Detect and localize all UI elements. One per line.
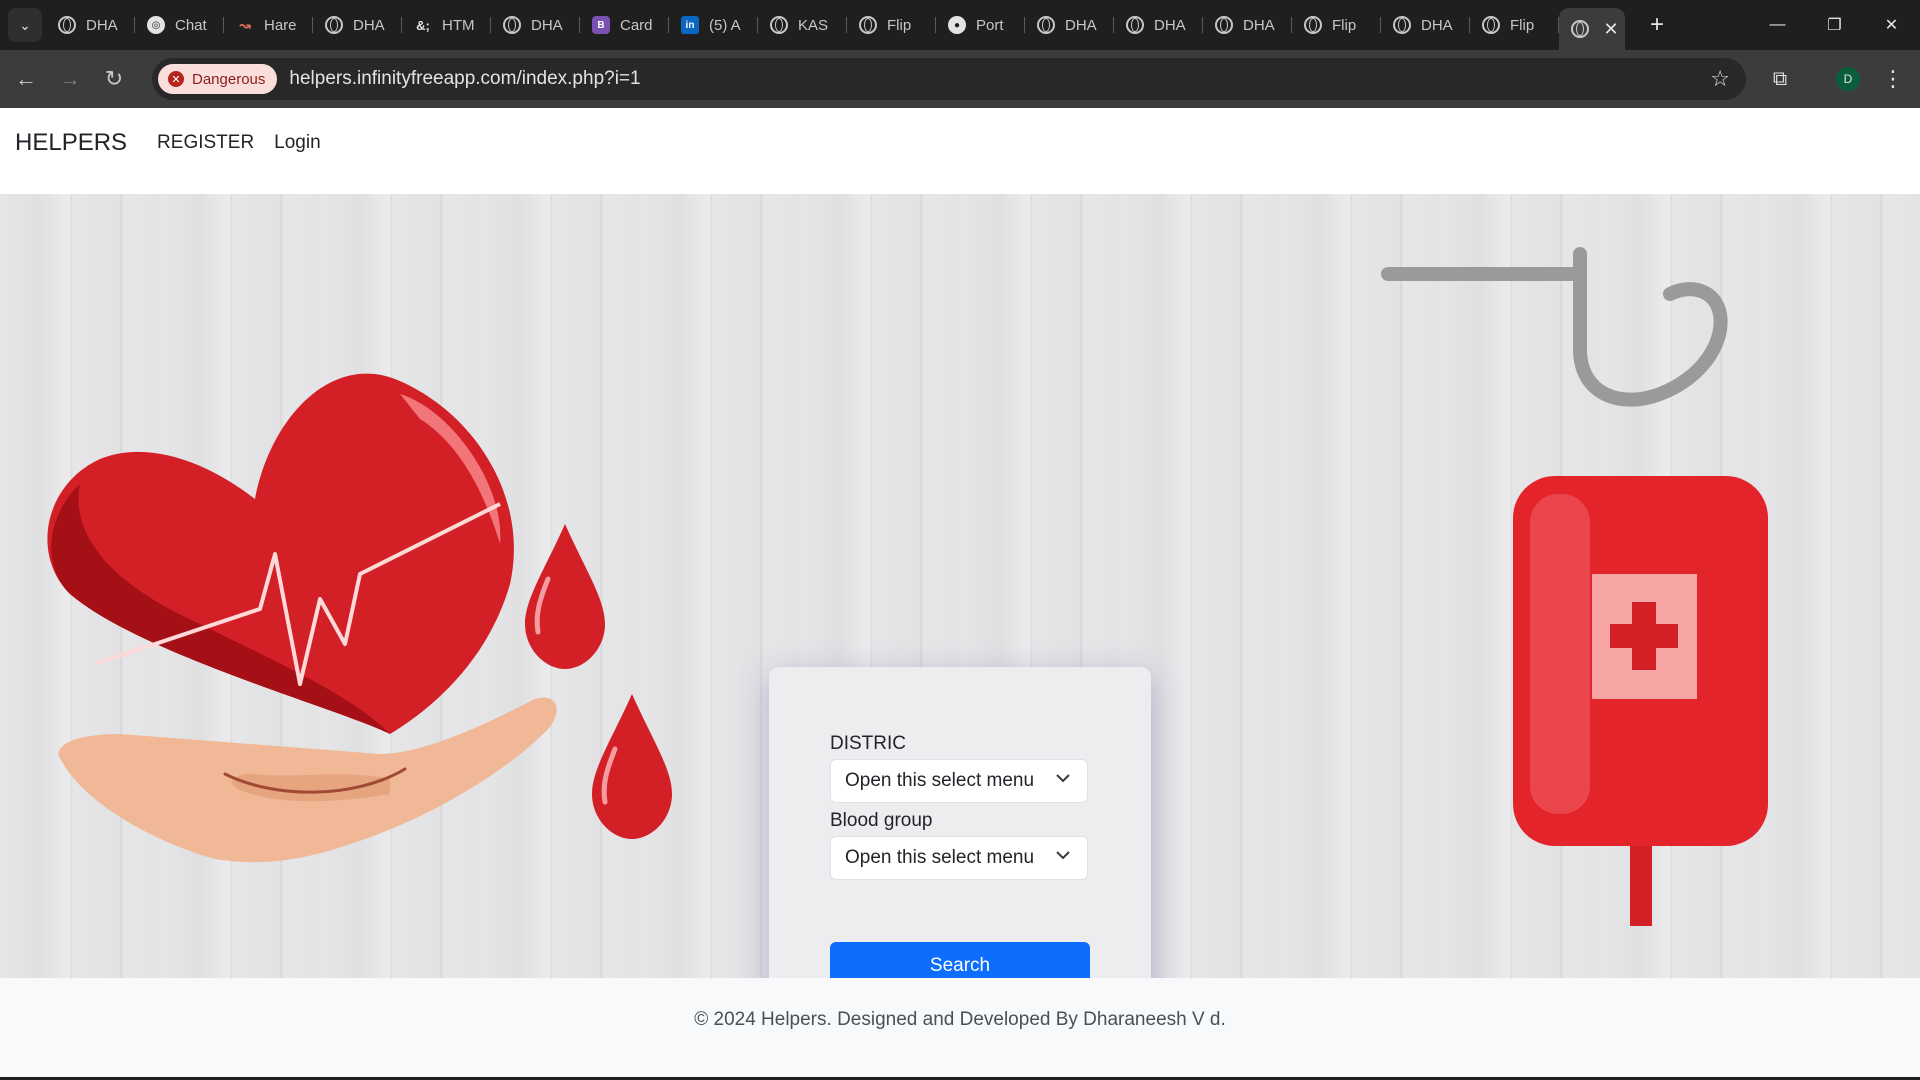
browser-tab[interactable]: ● Port (936, 7, 1025, 43)
browser-tab[interactable]: DHA (46, 7, 135, 43)
district-select[interactable]: Open this select menu (830, 759, 1088, 803)
site-navbar: HELPERS REGISTER Login (0, 108, 1920, 178)
arrow-right-icon: → (59, 66, 81, 91)
restore-icon: ❐ (1827, 17, 1842, 34)
browser-tab[interactable]: ↝ Hare (224, 7, 313, 43)
browser-tab[interactable]: Flip (847, 7, 936, 43)
globe-icon (1304, 16, 1322, 34)
browser-menu-button[interactable]: ⋮ (1878, 61, 1908, 97)
chevron-down-icon (1056, 774, 1070, 783)
minimize-button[interactable]: — (1749, 0, 1806, 50)
blood-group-select[interactable]: Open this select menu (830, 836, 1088, 880)
browser-tab[interactable]: DHA (313, 7, 402, 43)
globe-icon (1393, 16, 1411, 34)
bootstrap-icon: B (592, 16, 610, 34)
browser-tab[interactable]: Flip (1470, 7, 1559, 43)
back-button[interactable]: ← (8, 61, 44, 97)
linkedin-icon: in (681, 16, 699, 34)
globe-icon (1215, 16, 1233, 34)
github-icon: ● (948, 16, 966, 34)
browser-tab[interactable]: KAS (758, 7, 847, 43)
restore-button[interactable]: ❐ (1806, 0, 1863, 50)
danger-icon: ✕ (168, 71, 184, 87)
plus-icon: + (1649, 11, 1664, 38)
html-entity-icon: &; (416, 17, 430, 33)
close-tab-icon[interactable]: ✕ (1601, 19, 1621, 40)
nav-link-register[interactable]: REGISTER (157, 132, 254, 154)
browser-tab[interactable]: in (5) A (669, 7, 758, 43)
hero-banner: DISTRIC Open this select menu Blood grou… (0, 194, 1920, 978)
browser-tab[interactable]: DHA (491, 7, 580, 43)
chevron-down-icon: ⌄ (19, 16, 31, 33)
url-text[interactable]: helpers.infinityfreeapp.com/index.php?i=… (289, 68, 640, 90)
browser-tab[interactable]: DHA (1203, 7, 1292, 43)
blood-drop-illustration (525, 524, 605, 669)
reload-button[interactable]: ↻ (96, 61, 132, 97)
tab-search-button[interactable]: ⌄ (8, 8, 42, 42)
search-button[interactable]: Search (830, 942, 1090, 978)
globe-icon (58, 16, 76, 34)
globe-icon (859, 16, 877, 34)
reload-icon: ↻ (104, 66, 124, 91)
address-bar[interactable]: ✕ Dangerous helpers.infinityfreeapp.com/… (152, 58, 1746, 100)
browser-tab[interactable]: DHA (1114, 7, 1203, 43)
window-controls: — ❐ ✕ (1749, 0, 1920, 50)
more-vertical-icon: ⋮ (1882, 66, 1904, 91)
bookmark-star-icon[interactable]: ☆ (1710, 66, 1730, 92)
site-brand[interactable]: HELPERS (15, 129, 127, 157)
globe-icon (503, 16, 521, 34)
security-status-chip[interactable]: ✕ Dangerous (158, 64, 278, 94)
new-tab-button[interactable]: + (1639, 11, 1675, 39)
forward-button[interactable]: → (52, 61, 88, 97)
globe-icon (770, 16, 788, 34)
globe-icon (1571, 20, 1589, 38)
browser-tab-active[interactable]: ✕ (1559, 8, 1625, 50)
browser-tab-strip: ⌄ DHA ◎ Chat ↝ Hare DHA &; HTM DHA B Card in… (0, 0, 1920, 50)
hare-icon: ↝ (239, 16, 251, 33)
donor-search-card: DISTRIC Open this select menu Blood grou… (769, 667, 1151, 978)
blood-drop-illustration (592, 694, 672, 839)
site-footer: © 2024 Helpers. Designed and Developed B… (0, 978, 1920, 1080)
globe-icon (1037, 16, 1055, 34)
browser-tab[interactable]: DHA (1025, 7, 1114, 43)
close-icon: ✕ (1884, 17, 1899, 34)
close-window-button[interactable]: ✕ (1863, 0, 1920, 50)
browser-tab[interactable]: ◎ Chat (135, 7, 224, 43)
profile-avatar[interactable]: D (1836, 67, 1860, 91)
puzzle-icon: ⧉ (1772, 67, 1788, 90)
chatgpt-icon: ◎ (147, 16, 165, 34)
browser-tab[interactable]: DHA (1381, 7, 1470, 43)
web-page: HELPERS REGISTER Login DISTRIC Open this… (0, 108, 1920, 1080)
blood-group-label: Blood group (830, 810, 933, 831)
extensions-button[interactable]: ⧉ (1762, 61, 1798, 97)
blood-bag-illustration (1381, 247, 1768, 926)
arrow-left-icon: ← (15, 66, 37, 91)
browser-toolbar: ← → ↻ ✕ Dangerous helpers.infinityfreeap… (0, 50, 1920, 108)
tab-list: DHA ◎ Chat ↝ Hare DHA &; HTM DHA B Card in (5… (46, 0, 1675, 50)
browser-tab[interactable]: &; HTM (402, 7, 491, 43)
heart-in-hand-illustration (47, 373, 557, 863)
nav-link-login[interactable]: Login (274, 132, 321, 154)
district-label: DISTRIC (830, 733, 906, 754)
browser-tab[interactable]: B Card (580, 7, 669, 43)
minimize-icon: — (1769, 16, 1786, 33)
chevron-down-icon (1056, 851, 1070, 860)
globe-icon (325, 16, 343, 34)
browser-tab[interactable]: Flip (1292, 7, 1381, 43)
globe-icon (1482, 16, 1500, 34)
globe-icon (1126, 16, 1144, 34)
footer-copyright: © 2024 Helpers. Designed and Developed B… (694, 1009, 1226, 1030)
